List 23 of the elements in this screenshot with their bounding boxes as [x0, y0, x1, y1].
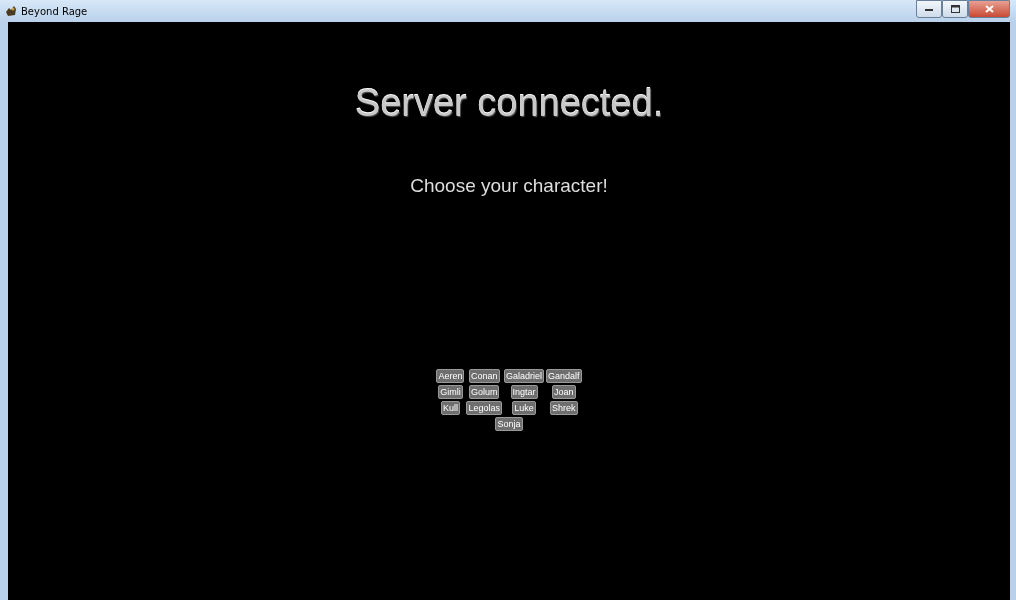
character-button[interactable]: Galadriel: [504, 369, 545, 383]
character-button[interactable]: Gimli: [438, 385, 463, 399]
character-button[interactable]: Joan: [552, 385, 576, 399]
prompt-text: Choose your character!: [410, 175, 608, 197]
heading: Server connected.: [354, 82, 664, 125]
close-button[interactable]: [968, 0, 1010, 18]
character-button[interactable]: Conan: [468, 369, 500, 383]
minimize-button[interactable]: [916, 0, 942, 18]
window-title: Beyond Rage: [21, 5, 88, 17]
character-button[interactable]: Kull: [440, 401, 460, 415]
maximize-button[interactable]: [942, 0, 968, 18]
character-button[interactable]: Aeren: [436, 369, 465, 383]
character-button[interactable]: Gandalf: [546, 369, 582, 383]
app-icon: [5, 5, 17, 17]
character-button[interactable]: Golum: [468, 385, 500, 399]
close-icon: [984, 5, 994, 13]
minimize-icon: [924, 6, 934, 12]
maximize-icon: [950, 5, 960, 13]
character-button[interactable]: Luke: [512, 401, 536, 415]
character-button[interactable]: Ingtar: [510, 385, 538, 399]
character-button[interactable]: Shrek: [550, 401, 578, 415]
character-button[interactable]: Sonja: [495, 417, 523, 431]
character-button[interactable]: Legolas: [466, 401, 502, 415]
